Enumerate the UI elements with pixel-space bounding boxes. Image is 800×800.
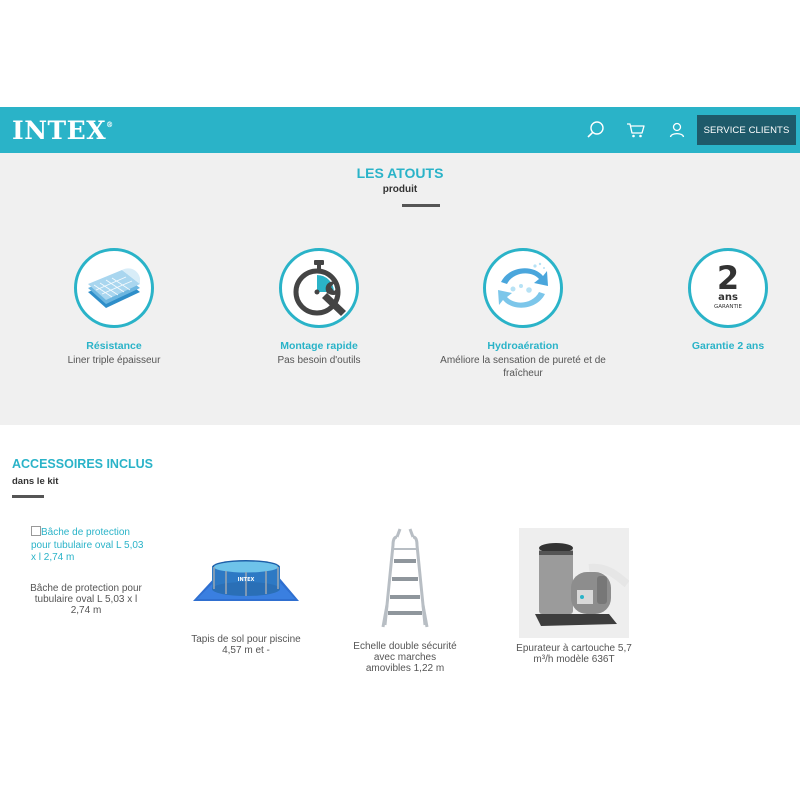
feature-title: Résistance (86, 340, 142, 352)
broken-image-icon (31, 526, 41, 536)
feature-description: Liner triple épaisseur (67, 355, 161, 366)
accessoires-subtitle: dans le kit (12, 476, 59, 487)
search-icon[interactable] (586, 120, 606, 140)
accessoires-title: ACCESSOIRES INCLUS (12, 457, 153, 471)
feature-resistance: Résistance Liner triple épaisseur (14, 248, 214, 367)
broken-image-alt[interactable]: Bâche de protection pour tubulaire oval … (31, 526, 149, 565)
user-icon[interactable] (667, 120, 687, 140)
accessory-label: Epurateur à cartouche 5,7 m³/h modèle 63… (516, 643, 632, 665)
badge-unit: ans (718, 292, 738, 303)
stopwatch-wrench-icon (279, 248, 359, 328)
feature-title: Garantie 2 ans (691, 340, 765, 352)
feature-garantie: 2 ans GARANTIE Garantie 2 ans (628, 248, 800, 354)
service-clients-button[interactable]: SERVICE CLIENTS (697, 115, 796, 145)
section-underline (402, 204, 440, 207)
cart-icon[interactable] (626, 120, 646, 140)
feature-montage-rapide: Montage rapide Pas besoin d'outils (219, 248, 419, 367)
accessory-label: Bâche de protection pour tubulaire oval … (30, 583, 142, 616)
feature-title: Hydroaération (487, 340, 559, 352)
accessory-item-tapis[interactable]: INTEX Tapis de sol pour piscine 4,57 m e… (186, 545, 306, 656)
badge-text: GARANTIE (714, 304, 742, 310)
feature-hydroaeration: Hydroaération Améliore la sensation de p… (423, 248, 623, 380)
accessory-label: Echelle double sécurité avec marches amo… (353, 641, 457, 674)
ladder-image (381, 528, 429, 628)
page: INTEX® SERVICE CLIENTS LES ATOUTS produi… (0, 0, 800, 800)
accessory-label: Tapis de sol pour piscine 4,57 m et - (191, 634, 301, 656)
warranty-2-years-icon: 2 ans GARANTIE (688, 248, 768, 328)
site-header: INTEX® SERVICE CLIENTS (0, 107, 800, 153)
feature-title: Montage rapide (280, 340, 358, 352)
feature-description: Améliore la sensation de pureté et de fr… (440, 355, 606, 379)
accessory-item-bache[interactable]: Bâche de protection pour tubulaire oval … (26, 583, 146, 616)
ground-tarp-image: INTEX (193, 560, 299, 601)
intex-logo[interactable]: INTEX® (12, 116, 114, 145)
liner-layers-icon (74, 248, 154, 328)
intex-brand-text: INTEX (238, 577, 255, 583)
feature-description: Pas besoin d'outils (277, 355, 361, 366)
filter-pump-image (519, 528, 629, 638)
accessory-item-echelle[interactable]: Echelle double sécurité avec marches amo… (350, 525, 460, 674)
accessory-item-epurateur[interactable]: Epurateur à cartouche 5,7 m³/h modèle 63… (516, 528, 632, 665)
atouts-subtitle: produit (382, 184, 418, 195)
section-underline (12, 495, 44, 498)
atouts-title: LES ATOUTS (356, 165, 444, 181)
water-aeration-icon (483, 248, 563, 328)
atouts-section: LES ATOUTS produit Résistance Liner trip… (0, 153, 800, 425)
